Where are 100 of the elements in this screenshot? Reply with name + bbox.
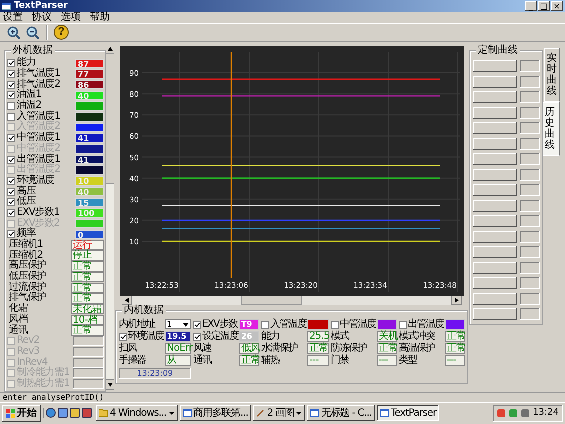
checkbox[interactable] [7,102,15,110]
status-value: 25.5 [307,331,329,342]
menu-item[interactable]: 协议 [32,12,52,23]
color-swatch: 10 [75,176,104,186]
field-label: EXV步数 [202,320,238,330]
color-swatch: 40 [75,186,104,196]
taskbar-button[interactable]: TextParser [376,405,440,421]
status-value: 正常 [444,331,466,342]
taskbar-button[interactable]: 4 Windows... [96,405,178,421]
start-button[interactable]: 开始 [2,404,41,422]
globe-icon[interactable] [46,408,56,418]
row-label: 中管温度2 [17,144,62,154]
curve-button[interactable] [473,308,517,320]
color-swatch: 26 [239,331,260,342]
checkbox[interactable] [398,320,407,328]
window-icon [2,2,11,10]
group-title: 定制曲线 [476,45,520,56]
checkbox[interactable] [193,320,202,328]
status-value: 从 [165,355,192,366]
curve-button[interactable] [473,230,517,242]
menu-item[interactable]: 帮助 [90,12,110,23]
checkbox[interactable] [7,134,15,142]
curve-button[interactable] [473,215,517,227]
curve-field [520,122,540,134]
caret-icon [182,320,190,328]
row-label: 低压 [17,197,36,208]
row-label: 高压 [17,186,38,197]
curve-button[interactable] [473,184,517,196]
maximize-button[interactable]: □ [538,1,550,11]
tab[interactable]: 实时曲线 [544,48,560,102]
checkbox[interactable] [7,230,15,238]
value-field [73,346,104,357]
field-label: 门禁 [330,356,350,366]
checkbox[interactable] [7,198,15,206]
color-swatch: 15 [75,198,104,208]
checkbox[interactable] [7,188,15,196]
row-label: 排气保护 [9,293,48,304]
vertical-scrollbar[interactable] [106,44,114,390]
zoom-in-button[interactable] [5,24,22,41]
color-swatch: 86 [75,80,104,90]
color-swatch: T9 [239,319,260,330]
clock: 13:24 [533,408,559,418]
curve-button[interactable] [473,153,517,165]
checkbox[interactable] [7,80,15,89]
checkbox[interactable] [7,70,15,78]
checkbox[interactable] [119,332,127,340]
checkbox[interactable] [7,156,15,164]
taskbar-button[interactable]: 2 画图 [253,405,306,421]
curve-field [520,277,540,289]
checkbox[interactable] [7,59,15,68]
taskbar-button[interactable]: 商用多联第... [180,405,252,421]
status-value: 正常 [71,325,104,336]
checkbox[interactable] [193,332,202,340]
curve-button[interactable] [473,138,517,150]
checkbox[interactable] [7,91,15,100]
group-title: 外机数据 [11,45,55,56]
row-label: 压缩机2 [9,250,43,261]
color-swatch: 19.5 [165,331,192,342]
dropdown[interactable]: 1 [165,319,192,329]
curve-button[interactable] [473,168,517,180]
curve-button[interactable] [473,200,517,212]
tab[interactable]: 历史曲线 [542,102,560,156]
curve-button[interactable] [473,262,517,274]
row-label: 能力 [17,58,36,68]
field-label: 能力 [261,332,280,342]
row-label: Rev3 [17,346,41,357]
row-label: 制热能力需1 [17,378,71,389]
curve-button[interactable] [473,277,517,289]
curve-button[interactable] [473,246,517,258]
value-field [73,358,104,368]
curve-button[interactable] [473,60,517,72]
row-label: 制冷能力需1 [17,368,71,378]
checkbox[interactable] [7,208,15,217]
checkbox[interactable] [261,320,270,328]
checkbox[interactable] [7,176,15,185]
status-value: --- [444,355,466,366]
field-label: 中管温度 [340,320,376,330]
color-swatch: 100 [75,208,104,218]
checkbox[interactable] [330,320,339,328]
checkbox[interactable] [7,112,15,121]
curve-button[interactable] [473,122,517,134]
menu-item[interactable]: 设置 [3,12,23,23]
row-label: 压缩机1 [9,240,44,250]
menu-item[interactable]: 选项 [61,12,81,23]
curve-button[interactable] [473,76,517,88]
help-button[interactable]: ? [53,24,70,41]
row-label: 中管温度1 [17,133,62,144]
status-value: 正常 [71,293,104,304]
field-label: 风速 [193,344,213,354]
curve-field [520,215,540,227]
taskbar-button[interactable]: 无标题 - C... [307,405,375,421]
close-button[interactable]: × [551,1,563,11]
curve-button[interactable] [473,106,517,118]
horizontal-scrollbar[interactable] [122,296,462,305]
curve-button[interactable] [473,91,517,103]
window-icon [310,409,320,417]
color-swatch: 41 [75,133,104,143]
curve-button[interactable] [473,292,517,304]
zoom-out-button[interactable] [24,24,41,41]
field-label: 出管温度 [408,320,444,330]
